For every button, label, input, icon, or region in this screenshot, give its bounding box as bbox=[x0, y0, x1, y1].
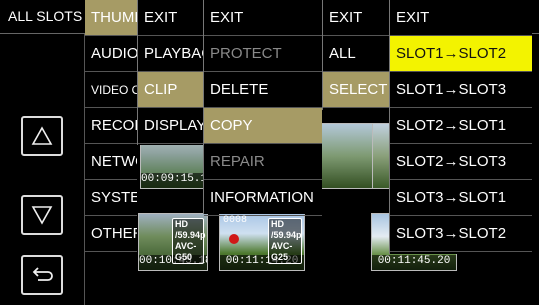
copy-submenu: EXIT ALL SELECT bbox=[322, 0, 389, 110]
clip-submenu: EXIT PROTECT DELETE COPY REPAIR INFORMAT… bbox=[203, 0, 322, 216]
menu-item-copy[interactable]: COPY bbox=[204, 108, 322, 144]
menu-item-information[interactable]: INFORMATION bbox=[204, 180, 322, 216]
menu-item-playback[interactable]: PLAYBACK bbox=[138, 36, 203, 72]
thumbnail-submenu: EXIT PLAYBACK CLIP DISPLAY bbox=[137, 0, 203, 145]
return-button[interactable] bbox=[21, 255, 63, 295]
menu-item-delete[interactable]: DELETE bbox=[204, 72, 322, 108]
record-indicator-icon bbox=[229, 234, 239, 244]
menu-item-all[interactable]: ALL bbox=[323, 36, 389, 72]
triangle-down-icon bbox=[31, 206, 53, 225]
scroll-up-button[interactable] bbox=[21, 116, 63, 156]
menu-item-protect[interactable]: PROTECT bbox=[204, 36, 322, 72]
menu-item-slot2-to-slot3[interactable]: SLOT2→SLOT3 bbox=[390, 144, 532, 180]
menu-item-exit[interactable]: EXIT bbox=[204, 0, 322, 36]
format-badge: HD /59.94p AVC-G50 bbox=[172, 218, 206, 264]
slot-copy-submenu: EXIT SLOT1→SLOT2 SLOT1→SLOT3 SLOT2→SLOT1… bbox=[389, 0, 532, 254]
menu-item-recording[interactable]: RECORDING bbox=[85, 108, 137, 144]
menu-item-exit[interactable]: EXIT bbox=[323, 0, 389, 36]
menu-item-slot3-to-slot2[interactable]: SLOT3→SLOT2 bbox=[390, 216, 532, 252]
menu-item-exit[interactable]: EXIT bbox=[138, 0, 203, 36]
menu-item-exit[interactable]: EXIT bbox=[390, 0, 532, 36]
menu-item-video-out[interactable]: VIDEO OUT bbox=[85, 72, 137, 108]
menu-item-slot1-to-slot2[interactable]: SLOT1→SLOT2 bbox=[390, 36, 532, 72]
menu-item-system[interactable]: SYSTEM bbox=[85, 180, 137, 216]
scroll-down-button[interactable] bbox=[21, 195, 63, 235]
menu-item-repair[interactable]: REPAIR bbox=[204, 144, 322, 180]
return-arrow-icon bbox=[32, 267, 53, 281]
slot-view-title: ALL SLOTS bbox=[8, 8, 83, 24]
clip-number: 0008 bbox=[223, 215, 248, 226]
menu-item-select[interactable]: SELECT bbox=[323, 72, 389, 108]
thumbnail-timecode: 00:09:15.18 bbox=[141, 173, 207, 188]
left-control-strip bbox=[0, 34, 85, 305]
menu-item-clip[interactable]: CLIP bbox=[138, 72, 203, 108]
menu-item-audio[interactable]: AUDIO bbox=[85, 36, 137, 72]
menu-item-network[interactable]: NETWORK bbox=[85, 144, 137, 180]
menu-item-slot2-to-slot1[interactable]: SLOT2→SLOT1 bbox=[390, 108, 532, 144]
main-menu: THUMBNAIL AUDIO VIDEO OUT RECORDING NETW… bbox=[85, 0, 137, 253]
menu-item-slot1-to-slot3[interactable]: SLOT1→SLOT3 bbox=[390, 72, 532, 108]
triangle-up-icon bbox=[31, 126, 53, 145]
menu-item-thumbnail[interactable]: THUMBNAIL bbox=[85, 0, 137, 36]
thumbnail-timecode: 00:11:45.20 bbox=[372, 255, 456, 270]
format-badge: HD /59.94p AVC-G25 bbox=[268, 218, 302, 264]
menu-item-display[interactable]: DISPLAY bbox=[138, 108, 203, 144]
menu-item-slot3-to-slot1[interactable]: SLOT3→SLOT1 bbox=[390, 180, 532, 216]
menu-item-others[interactable]: OTHERS bbox=[85, 216, 137, 252]
